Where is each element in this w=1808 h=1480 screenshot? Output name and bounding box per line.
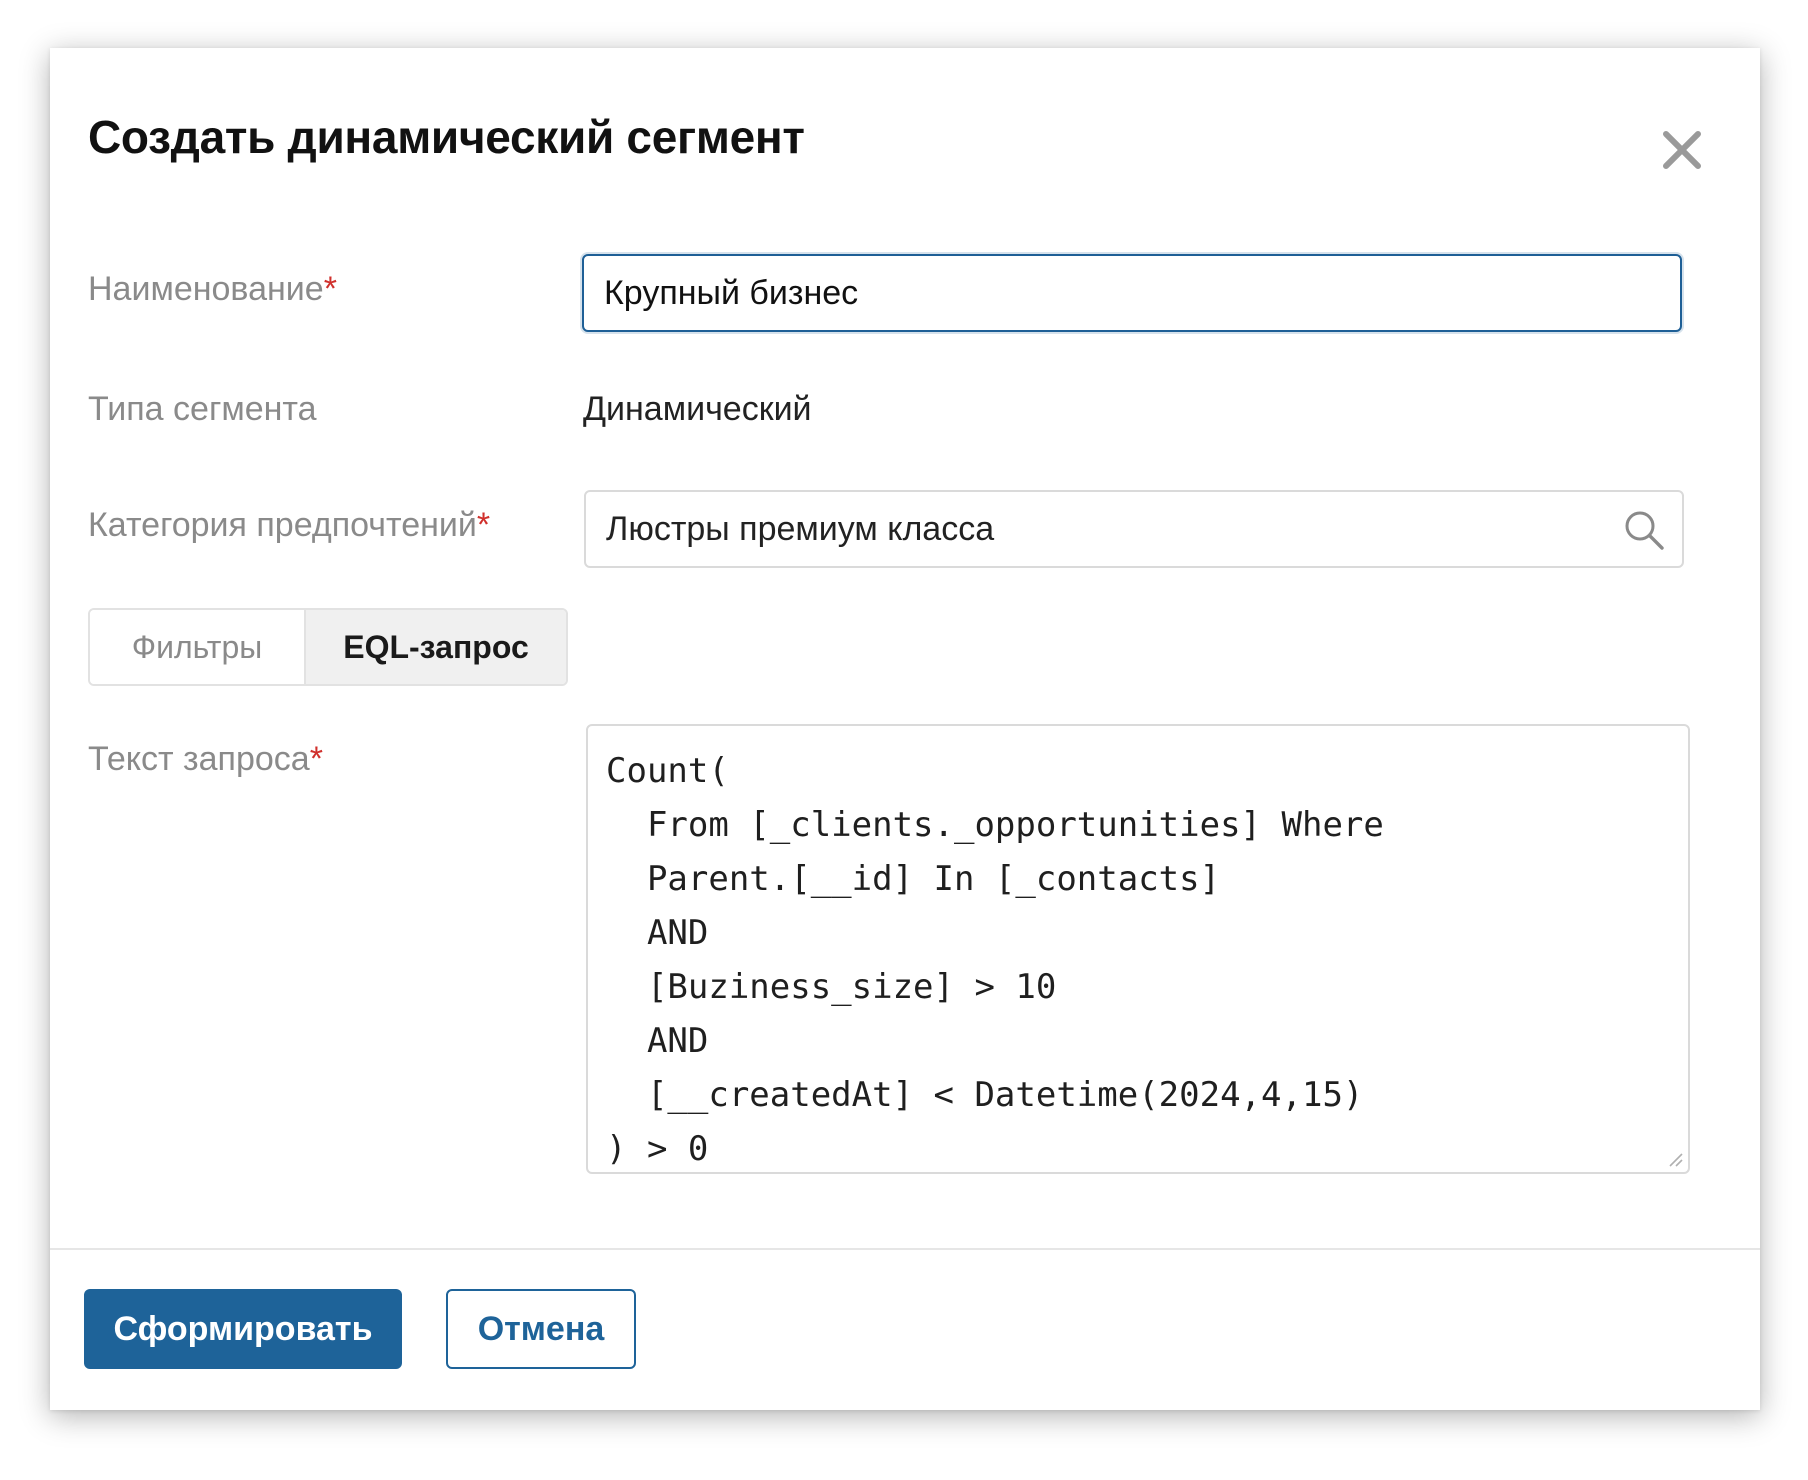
name-input[interactable] [582, 254, 1682, 332]
footer-divider [50, 1248, 1760, 1250]
submit-button[interactable]: Сформировать [84, 1289, 402, 1369]
query-text: Count( From [_clients._opportunities] Wh… [606, 751, 1384, 1169]
dialog-title: Создать динамический сегмент [88, 111, 805, 163]
name-label-text: Наименование [88, 270, 324, 308]
query-textarea[interactable]: Count( From [_clients._opportunities] Wh… [586, 724, 1690, 1174]
segment-type-value: Динамический [583, 390, 812, 428]
resize-handle-icon[interactable] [1666, 1150, 1684, 1168]
category-input[interactable] [586, 492, 1626, 566]
required-mark: * [323, 270, 337, 308]
create-segment-dialog: Создать динамический сегмент Наименовани… [50, 48, 1760, 1410]
cancel-button[interactable]: Отмена [446, 1289, 636, 1369]
query-label-text: Текст запроса [88, 740, 310, 778]
close-icon [1663, 131, 1701, 169]
search-icon[interactable] [1622, 508, 1666, 552]
tab-filters[interactable]: Фильтры [90, 610, 304, 684]
mode-tabs: Фильтры EQL-запрос [88, 608, 568, 686]
category-label-text: Категория предпочтений [88, 506, 477, 544]
category-field [584, 490, 1684, 568]
name-label: Наименование* [88, 270, 337, 309]
category-label: Категория предпочтений* [88, 506, 490, 545]
required-mark: * [476, 506, 491, 544]
tab-eql-query[interactable]: EQL-запрос [304, 610, 566, 684]
segment-type-label: Типа сегмента [88, 390, 317, 428]
query-label: Текст запроса* [88, 740, 323, 779]
required-mark: * [309, 740, 323, 778]
close-button[interactable] [1654, 122, 1710, 178]
